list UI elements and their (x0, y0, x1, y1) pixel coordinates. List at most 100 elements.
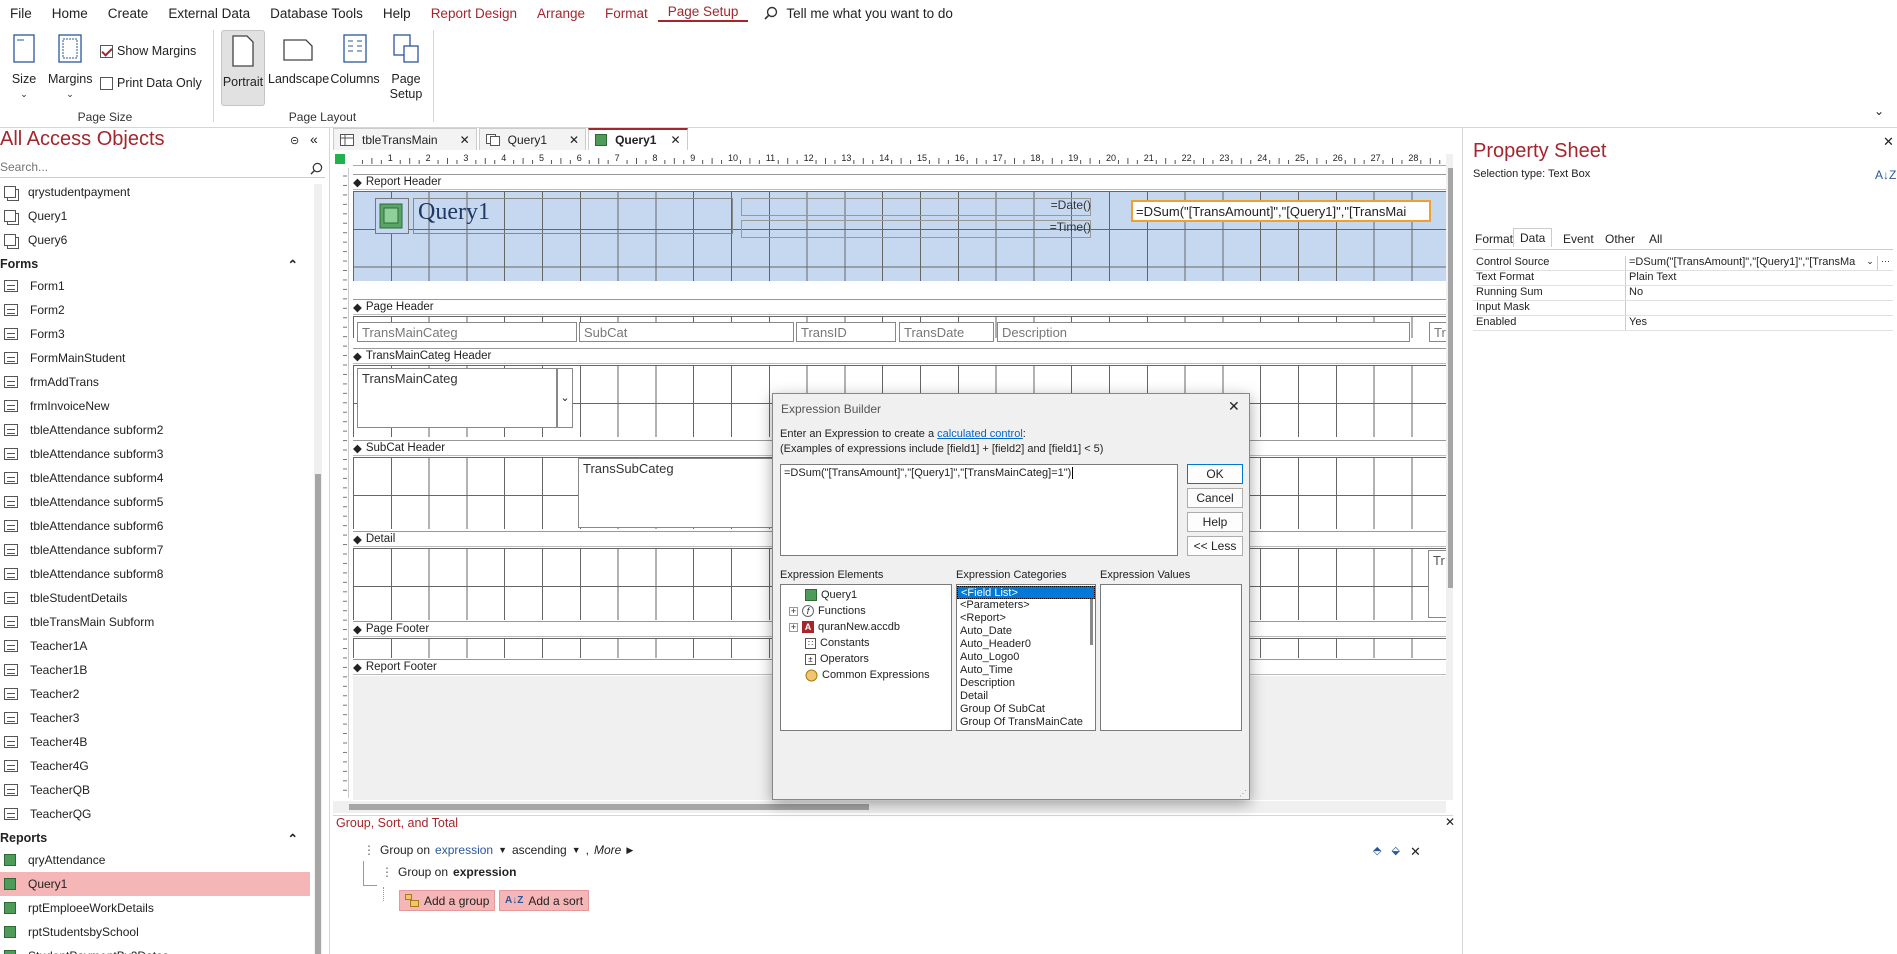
category-item[interactable]: Auto_Logo0 (957, 651, 1095, 664)
prop-row-control-source[interactable]: Control Source =DSum("[TransAmount]","[Qu… (1473, 256, 1893, 271)
vertical-scrollbar-thumb[interactable] (1448, 168, 1453, 588)
logo-control[interactable] (375, 198, 409, 234)
category-item[interactable]: Detail (957, 690, 1095, 703)
horizontal-scrollbar-thumb[interactable] (349, 804, 869, 810)
menu-database-tools[interactable]: Database Tools (260, 6, 373, 21)
prop-row-text-format[interactable]: Text Format Plain Text (1473, 271, 1893, 286)
nav-item-report[interactable]: rptEmploeeWorkDetails (0, 896, 310, 920)
nav-item-form[interactable]: Teacher1A (0, 634, 310, 658)
category-item[interactable]: Description (957, 677, 1095, 690)
menu-external-data[interactable]: External Data (158, 6, 260, 21)
ptab-data[interactable]: Data (1513, 228, 1553, 247)
nav-item-form[interactable]: frmInvoiceNew (0, 394, 310, 418)
category-item[interactable]: <Field List> (957, 586, 1095, 599)
sort-order-dropdown[interactable]: ascending (512, 843, 567, 857)
expression-elements-tree[interactable]: Query1 + f Functions + AquranNew.accdb ∷ Con… (780, 584, 952, 731)
category-item[interactable]: <Parameters> (957, 599, 1095, 612)
nav-item-query[interactable]: Query1 (0, 204, 310, 228)
prop-row-enabled[interactable]: Enabled Yes (1473, 316, 1893, 331)
dsum-textbox-selected[interactable]: =DSum("[TransAmount]","[Query1]","[Trans… (1131, 200, 1431, 222)
category-item[interactable]: <Report> (957, 612, 1095, 625)
prop-value[interactable]: =DSum("[TransAmount]","[Query1]","[Trans… (1626, 256, 1863, 270)
nav-item-form[interactable]: tbleAttendance subform5 (0, 490, 310, 514)
prop-value[interactable] (1626, 301, 1893, 315)
nav-item-form[interactable]: Teacher4B (0, 730, 310, 754)
page-setup-button[interactable]: Page Setup (386, 34, 426, 102)
tree-item-database[interactable]: + AquranNew.accdb (781, 619, 951, 635)
nav-section-header[interactable]: Reports ⌃ (0, 828, 310, 848)
prop-value[interactable]: No (1626, 286, 1893, 300)
nav-search-box[interactable] (0, 160, 325, 178)
header-label-transdate[interactable]: TransDate (899, 322, 994, 342)
print-data-only-checkbox[interactable]: Print Data Only (100, 76, 202, 91)
show-margins-checkbox[interactable]: Show Margins (100, 44, 196, 59)
close-icon[interactable]: ✕ (1228, 398, 1240, 415)
menu-home[interactable]: Home (42, 6, 98, 21)
nav-section-header[interactable]: Forms ⌃ (0, 254, 310, 274)
nav-item-form[interactable]: Form3 (0, 322, 310, 346)
sort-icon[interactable]: A↓Z (1875, 168, 1896, 182)
transmaincateg-combobox[interactable]: TransMainCateg (357, 368, 557, 428)
close-icon[interactable]: ✕ (670, 133, 680, 147)
nav-item-form[interactable]: FormMainStudent (0, 346, 310, 370)
prop-row-input-mask[interactable]: Input Mask (1473, 301, 1893, 316)
expression-values-list[interactable] (1100, 584, 1242, 731)
tree-item-constants[interactable]: ∷ Constants (781, 635, 951, 651)
close-icon[interactable]: ✕ (1883, 134, 1894, 150)
dropdown-arrow-icon[interactable]: ▼ (572, 845, 581, 855)
drag-handle-icon[interactable]: ⋮ (363, 843, 375, 857)
tree-item-functions[interactable]: + f Functions (781, 603, 951, 619)
close-icon[interactable]: ✕ (569, 133, 579, 147)
categories-scrollbar-thumb[interactable] (1090, 599, 1093, 645)
ok-button[interactable]: OK (1187, 464, 1243, 484)
group-expression-dropdown[interactable]: expression (435, 843, 493, 857)
section-page-header[interactable]: ◆ Page Header (353, 299, 1453, 315)
nav-item-form[interactable]: tbleAttendance subform6 (0, 514, 310, 538)
nav-item-form[interactable]: TeacherQB (0, 778, 310, 802)
portrait-button[interactable]: Portrait (221, 30, 265, 106)
columns-button[interactable]: Columns (330, 34, 380, 87)
chevron-down-icon[interactable]: ⌄ (557, 368, 573, 428)
search-icon[interactable] (310, 162, 323, 175)
nav-scrollbar-thumb[interactable] (315, 474, 321, 954)
vertical-scrollbar[interactable] (1446, 154, 1453, 800)
header-label-description[interactable]: Description (997, 322, 1410, 342)
landscape-button[interactable]: Landscape (268, 34, 329, 87)
nav-item-form[interactable]: Teacher1B (0, 658, 310, 682)
expand-icon[interactable]: + (789, 606, 798, 616)
add-sort-button[interactable]: A↓Z Add a sort (499, 890, 590, 911)
nav-item-form[interactable]: tbleStudentDetails (0, 586, 310, 610)
category-item[interactable]: Auto_Date (957, 625, 1095, 638)
ptab-all[interactable]: All (1643, 230, 1668, 248)
category-item[interactable]: Group Of TransMainCate (957, 716, 1095, 729)
collapse-ribbon-icon[interactable]: ⌄ (1874, 104, 1884, 118)
tell-me-box[interactable]: Tell me what you want to do (764, 6, 953, 21)
category-item[interactable]: Group Of SubCat (957, 703, 1095, 716)
expand-icon[interactable]: + (789, 622, 798, 632)
prop-value[interactable]: Plain Text (1626, 271, 1893, 285)
nav-search-input[interactable] (0, 160, 300, 174)
transsubcateg-textbox[interactable]: TransSubCateg (578, 458, 778, 528)
menu-arrange[interactable]: Arrange (527, 6, 595, 21)
menu-format[interactable]: Format (595, 6, 658, 21)
help-button[interactable]: Help (1187, 512, 1243, 532)
nav-scrollbar[interactable] (314, 184, 322, 954)
less-button[interactable]: << Less (1187, 536, 1243, 556)
nav-item-form[interactable]: Teacher2 (0, 682, 310, 706)
header-label-transmaincateg[interactable]: TransMainCateg (357, 322, 577, 342)
nav-item-form[interactable]: Teacher4G (0, 754, 310, 778)
nav-item-query[interactable]: Query6 (0, 228, 310, 252)
delete-icon[interactable]: ✕ (1410, 844, 1421, 860)
ptab-other[interactable]: Other (1599, 230, 1641, 248)
section-transmaincateg-header[interactable]: ◆ TransMainCateg Header (353, 348, 1453, 364)
tree-item-operators[interactable]: ± Operators (781, 651, 951, 667)
section-report-header[interactable]: ◆ Report Header (353, 174, 1453, 190)
prop-row-running-sum[interactable]: Running Sum No (1473, 286, 1893, 301)
header-label-transid[interactable]: TransID (796, 322, 896, 342)
resize-grip-icon[interactable]: ⋰ (1239, 789, 1247, 798)
ptab-event[interactable]: Event (1557, 230, 1600, 248)
nav-item-form[interactable]: tbleAttendance subform3 (0, 442, 310, 466)
move-down-icon[interactable]: ⬙ (1391, 844, 1399, 860)
nav-item-form[interactable]: Form2 (0, 298, 310, 322)
menu-report-design[interactable]: Report Design (421, 6, 527, 21)
